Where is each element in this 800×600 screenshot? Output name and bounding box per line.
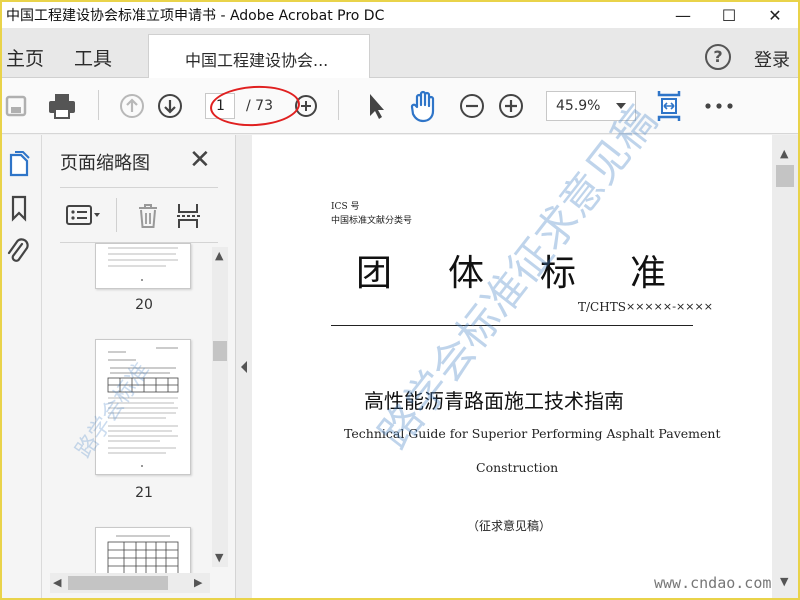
hand-tool-icon[interactable] <box>408 88 442 124</box>
document-view[interactable]: ICS 号 中国标准文献分类号 团 体 标 准 T/CHTS ×××××-×××… <box>252 135 772 598</box>
header-rule <box>331 325 693 326</box>
page-thumbnails-icon[interactable] <box>6 149 32 179</box>
standard-char: 标 <box>540 253 577 294</box>
scroll-down-icon[interactable]: ▼ <box>780 575 788 588</box>
thumbnail-page-22[interactable] <box>95 527 191 573</box>
save-icon[interactable] <box>4 92 28 120</box>
thumbnail-options-icon[interactable] <box>64 200 104 230</box>
tab-document[interactable]: 中国工程建设协会... <box>148 34 370 79</box>
panel-splitter[interactable] <box>236 135 252 598</box>
draft-status: （征求意见稿） <box>467 519 552 533</box>
category-label: 中国标准文献分类号 <box>331 216 413 226</box>
toolbar-separator <box>338 90 339 120</box>
print-icon[interactable] <box>46 90 78 122</box>
fit-page-icon[interactable] <box>654 88 684 124</box>
standard-code-value: ×××××-×××× <box>626 300 713 313</box>
thumbnail-label: 21 <box>135 485 153 501</box>
scroll-up-icon[interactable]: ▲ <box>215 249 223 262</box>
more-tools-icon[interactable] <box>702 92 736 120</box>
panel-separator <box>116 198 117 232</box>
scrollbar-thumb[interactable] <box>213 341 227 361</box>
standard-code-prefix: T/CHTS <box>578 300 626 314</box>
panel-horizontal-scrollbar[interactable]: ◀ ▶ <box>50 573 210 593</box>
previous-page-icon[interactable] <box>118 92 146 120</box>
standard-char: 准 <box>630 253 667 294</box>
split-page-icon[interactable] <box>174 200 204 232</box>
window-title: 中国工程建设协会标准立项申请书 - Adobe Acrobat Pro DC <box>6 8 385 24</box>
document-title-en-2: Construction <box>476 460 559 475</box>
document-vertical-scrollbar[interactable]: ▲ ▼ <box>772 135 798 598</box>
document-title-cn: 高性能沥青路面施工技术指南 <box>364 389 624 413</box>
scrollbar-thumb[interactable] <box>776 165 794 187</box>
bookmark-icon[interactable] <box>6 193 32 223</box>
thumbnails-panel: 页面缩略图 ✕ 20 21 路学会标准 ▲ ▼ ◀ ▶ <box>42 135 236 598</box>
tab-home[interactable]: 主页 <box>6 44 44 71</box>
standard-char: 团 <box>356 253 393 294</box>
panel-title: 页面缩略图 <box>60 153 150 174</box>
tab-tools[interactable]: 工具 <box>74 44 112 71</box>
thumbnail-label: 20 <box>135 297 153 313</box>
zoom-select[interactable]: 45.9% <box>546 91 636 121</box>
select-cursor-icon[interactable] <box>362 90 390 122</box>
help-icon[interactable]: ? <box>705 44 731 70</box>
scroll-right-icon[interactable]: ▶ <box>194 576 202 589</box>
chevron-down-icon <box>616 103 626 109</box>
panel-close-icon[interactable]: ✕ <box>189 145 211 175</box>
zoom-out-icon[interactable] <box>458 92 486 120</box>
scroll-down-icon[interactable]: ▼ <box>215 551 223 564</box>
toolbar: 1 / 73 45.9% <box>2 78 798 134</box>
minimize-button[interactable]: — <box>660 2 706 28</box>
ics-label: ICS 号 <box>331 202 360 212</box>
toolbar-separator <box>98 90 99 120</box>
panel-vertical-scrollbar[interactable]: ▲ ▼ <box>212 247 228 567</box>
next-page-icon[interactable] <box>156 92 184 120</box>
scroll-left-icon[interactable]: ◀ <box>53 576 61 589</box>
close-button[interactable]: ✕ <box>752 2 798 28</box>
document-title-en: Technical Guide for Superior Performing … <box>344 426 721 441</box>
attachment-icon[interactable] <box>4 235 32 267</box>
thumbnail-list: 20 21 路学会标准 <box>60 243 228 573</box>
delete-page-icon[interactable] <box>134 200 162 232</box>
scroll-up-icon[interactable]: ▲ <box>780 147 788 160</box>
zoom-value: 45.9% <box>556 98 601 114</box>
maximize-button[interactable]: ☐ <box>706 2 752 28</box>
scrollbar-thumb[interactable] <box>68 576 168 590</box>
collapse-panel-icon[interactable] <box>239 360 249 374</box>
panel-toolbar <box>60 187 218 243</box>
title-bar: 中国工程建设协会标准立项申请书 - Adobe Acrobat Pro DC —… <box>2 2 798 28</box>
login-button[interactable]: 登录 <box>754 46 790 72</box>
site-watermark: www.cndao.com <box>654 574 772 592</box>
window-controls: — ☐ ✕ <box>660 2 798 28</box>
thumbnail-page-20[interactable] <box>95 243 191 289</box>
left-rail <box>2 135 42 598</box>
standard-char: 体 <box>448 253 485 294</box>
zoom-in-icon[interactable] <box>497 92 525 120</box>
tab-bar: 主页 工具 中国工程建设协会... ? 登录 <box>2 28 798 79</box>
